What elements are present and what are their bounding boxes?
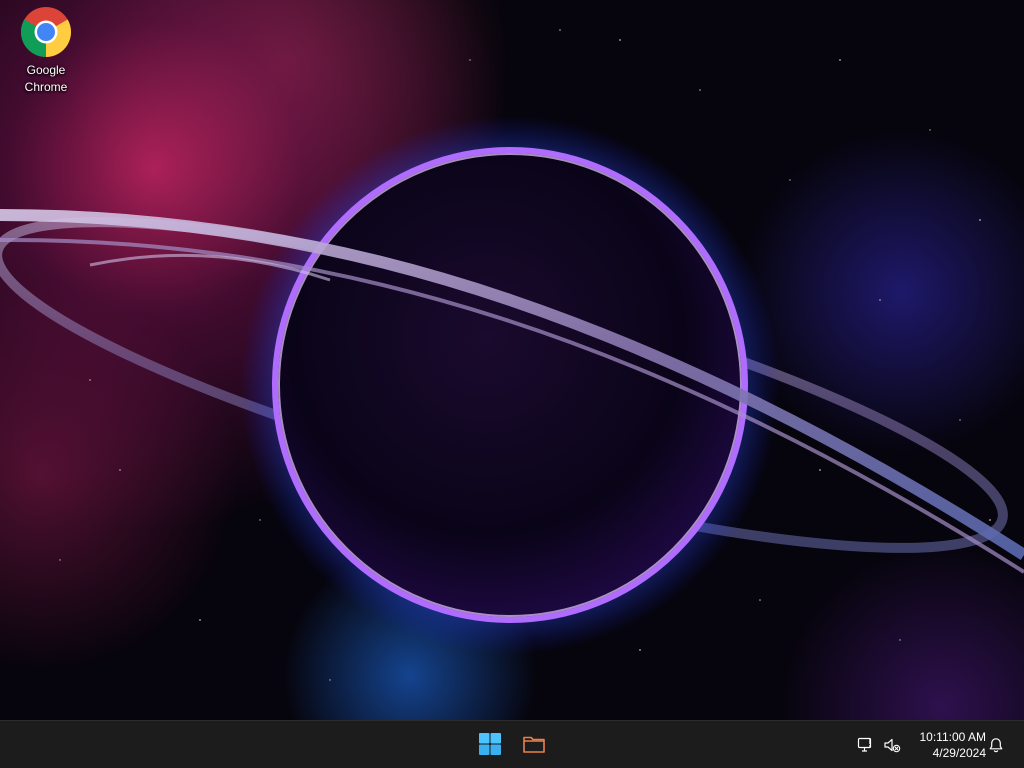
- bell-icon[interactable]: [986, 735, 1006, 755]
- network-disconnected-icon[interactable]: [856, 735, 876, 755]
- taskbar: 10:11:00 AM 4/29/2024: [0, 720, 1024, 768]
- start-button[interactable]: [470, 724, 510, 764]
- taskbar-clock[interactable]: 10:11:00 AM 4/29/2024: [908, 729, 987, 761]
- clock-time: 10:11:00 AM: [919, 730, 987, 744]
- desktop-icon-label: Google Chrome: [24, 63, 68, 94]
- desktop[interactable]: Google Chrome 10:11:00 AM 4/29/2024: [0, 0, 1024, 768]
- folder-icon: [523, 736, 545, 753]
- file-explorer-button[interactable]: [514, 724, 554, 764]
- chrome-icon: [21, 7, 71, 57]
- desktop-icon-google-chrome[interactable]: Google Chrome: [10, 6, 82, 96]
- clock-date: 4/29/2024: [932, 746, 986, 760]
- volume-muted-icon[interactable]: [882, 735, 902, 755]
- wallpaper-planet-icon: [0, 29, 1024, 681]
- windows-start-icon: [479, 733, 501, 755]
